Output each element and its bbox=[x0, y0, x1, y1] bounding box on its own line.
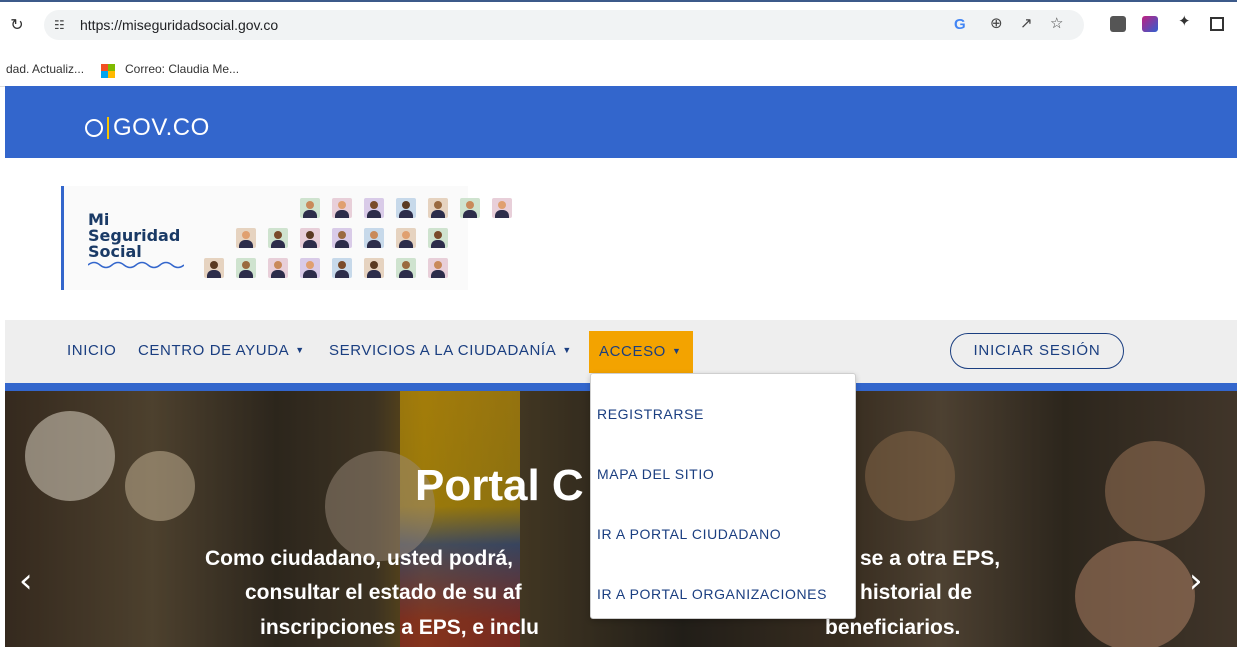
avatar bbox=[204, 258, 224, 278]
nav-item-inicio[interactable]: INICIO bbox=[67, 342, 116, 359]
avatar bbox=[300, 198, 320, 218]
login-button[interactable]: INICIAR SESIÓN bbox=[950, 333, 1124, 369]
avatar bbox=[492, 198, 512, 218]
avatar bbox=[332, 198, 352, 218]
google-icon[interactable]: G bbox=[954, 16, 966, 33]
acceso-dropdown-menu: REGISTRARSE MAPA DEL SITIO IR A PORTAL C… bbox=[590, 373, 856, 619]
avatar bbox=[428, 258, 448, 278]
logo-text: Mi Seguridad Social bbox=[88, 210, 181, 261]
nav-item-acceso[interactable]: ACCESO ▼ bbox=[589, 331, 693, 373]
puzzle-icon[interactable]: ✦ bbox=[1178, 12, 1191, 30]
avatar bbox=[332, 258, 352, 278]
menu-item-registrarse[interactable]: REGISTRARSE bbox=[597, 406, 704, 422]
microsoft-icon bbox=[101, 64, 115, 78]
wave-icon bbox=[88, 261, 184, 269]
side-panel-icon[interactable] bbox=[1210, 17, 1224, 31]
avatar bbox=[460, 198, 480, 218]
bookmarks-bar: dad. Actualiz... Correo: Claudia Me... bbox=[0, 56, 1237, 87]
carousel-next-icon[interactable]: › bbox=[1189, 561, 1203, 601]
reload-icon[interactable]: ↻ bbox=[8, 16, 26, 34]
avatar bbox=[364, 228, 384, 248]
hero-text: se a otra EPS, bbox=[860, 547, 1001, 570]
caret-down-icon: ▼ bbox=[671, 346, 682, 356]
avatar bbox=[428, 198, 448, 218]
nav-item-centro-de-ayuda[interactable]: CENTRO DE AYUDA ▼ bbox=[138, 342, 305, 359]
menu-item-portal-organizaciones[interactable]: IR A PORTAL ORGANIZACIONES bbox=[597, 586, 827, 602]
avatar bbox=[428, 228, 448, 248]
gov-bar: GOV.CO bbox=[5, 86, 1237, 158]
avatar bbox=[268, 258, 288, 278]
menu-item-portal-ciudadano[interactable]: IR A PORTAL CIUDADANO bbox=[597, 526, 781, 542]
extension-icon[interactable] bbox=[1110, 16, 1126, 32]
carousel-prev-icon[interactable]: ‹ bbox=[19, 561, 33, 601]
site-settings-icon[interactable]: ☷ bbox=[54, 16, 65, 34]
bookmark-item[interactable]: Correo: Claudia Me... bbox=[125, 62, 239, 76]
bookmark-item[interactable]: dad. Actualiz... bbox=[6, 62, 84, 76]
avatar bbox=[396, 198, 416, 218]
caret-down-icon: ▼ bbox=[562, 345, 572, 355]
avatar bbox=[236, 258, 256, 278]
crest-icon bbox=[85, 119, 103, 137]
avatar bbox=[396, 228, 416, 248]
avatar bbox=[332, 228, 352, 248]
mi-seguridad-social-logo[interactable]: Mi Seguridad Social bbox=[61, 186, 512, 290]
gov-brand: GOV.CO bbox=[113, 114, 210, 141]
avatar bbox=[396, 258, 416, 278]
hero-text: beneficiarios. bbox=[825, 616, 961, 639]
avatar bbox=[236, 228, 256, 248]
bookmark-star-icon[interactable]: ☆ bbox=[1050, 14, 1063, 32]
share-icon[interactable]: ↗ bbox=[1020, 14, 1033, 32]
hero-text: inscripciones a EPS, e inclu bbox=[260, 616, 539, 639]
site-header: Mi Seguridad Social bbox=[5, 158, 1237, 320]
avatar bbox=[364, 258, 384, 278]
extension-color-icon[interactable] bbox=[1142, 16, 1158, 32]
avatar bbox=[268, 228, 288, 248]
avatar bbox=[300, 258, 320, 278]
gov-logo[interactable]: GOV.CO bbox=[85, 114, 210, 142]
nav-item-servicios[interactable]: SERVICIOS A LA CIUDADANÍA ▼ bbox=[329, 342, 572, 359]
zoom-icon[interactable]: ⊕ bbox=[990, 14, 1003, 32]
address-bar[interactable]: ☷ https://miseguridadsocial.gov.co G ⊕ ↗… bbox=[44, 10, 1084, 40]
hero-text: consultar el estado de su af bbox=[245, 581, 522, 604]
url-text[interactable]: https://miseguridadsocial.gov.co bbox=[80, 17, 278, 33]
avatar bbox=[300, 228, 320, 248]
browser-toolbar: ↻ ☷ https://miseguridadsocial.gov.co G ⊕… bbox=[0, 0, 1237, 56]
menu-item-mapa-del-sitio[interactable]: MAPA DEL SITIO bbox=[597, 466, 714, 482]
caret-down-icon: ▼ bbox=[295, 345, 305, 355]
avatar bbox=[364, 198, 384, 218]
hero-text: historial de bbox=[860, 581, 973, 604]
hero-text: Como ciudadano, usted podrá, bbox=[205, 547, 514, 570]
hero-title: Portal C bbox=[415, 461, 584, 510]
